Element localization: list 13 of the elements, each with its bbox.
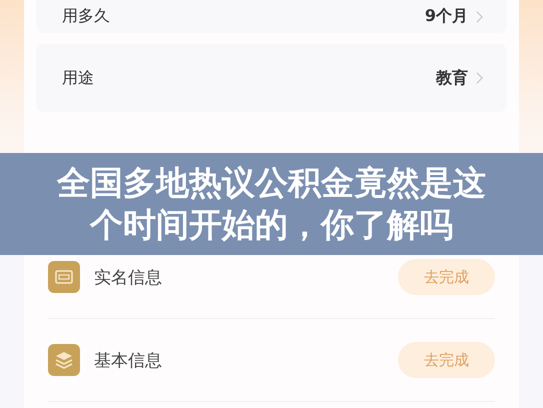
option-label: 用途 [62,68,95,88]
headline-text: 全国多地热议公积金竟然是这个时间开始的，你了解吗 [56,162,487,246]
task-label: 实名信息 [94,266,163,288]
task-label: 基本信息 [94,350,163,372]
chevron-right-icon [476,10,483,22]
layers-icon [48,344,80,376]
option-row[interactable]: 用途 教育 [36,44,507,112]
option-row[interactable]: 用多久 9个月 [36,0,507,33]
chevron-right-icon [476,72,483,84]
id-card-icon [48,261,80,293]
option-value: 教育 [436,68,468,88]
option-value: 9个月 [424,6,468,27]
option-label: 用多久 [62,6,111,27]
